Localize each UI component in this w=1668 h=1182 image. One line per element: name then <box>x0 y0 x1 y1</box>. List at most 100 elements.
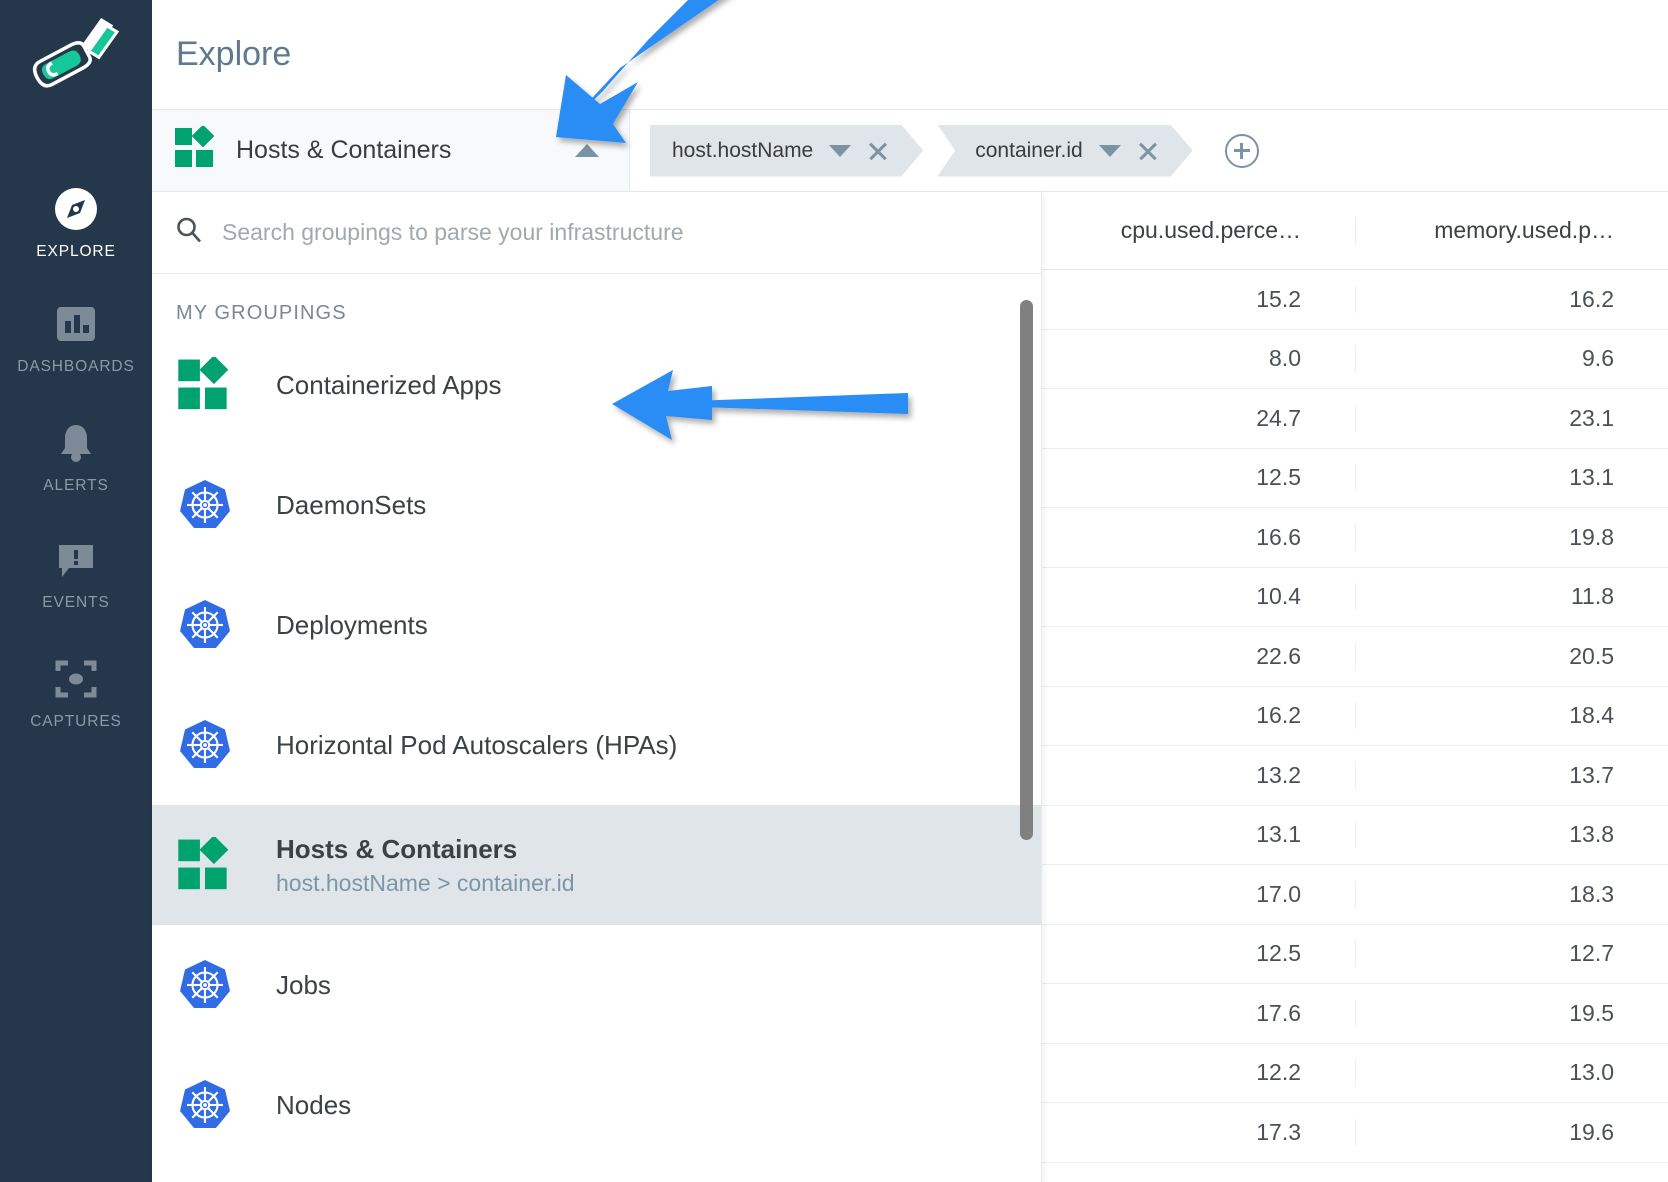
group-row-nodes[interactable]: Nodes <box>152 1045 1041 1165</box>
column-header-memory-used-percent[interactable]: memory.used.p… <box>1355 217 1668 244</box>
table-row[interactable]: 16.6 19.8 <box>1042 508 1668 568</box>
group-row-label: Jobs <box>276 969 331 1000</box>
close-icon[interactable] <box>1137 140 1159 162</box>
breadcrumb-chip-container-id[interactable]: container.id <box>937 125 1192 177</box>
table-cell: 17.6 <box>1256 999 1301 1026</box>
breadcrumb-chip-label: container.id <box>975 138 1083 162</box>
brand-logo-icon[interactable] <box>28 18 124 96</box>
group-row-hosts-and-containers[interactable]: Hosts & Containers host.hostName > conta… <box>152 805 1041 925</box>
group-row-jobs[interactable]: Jobs <box>152 925 1041 1045</box>
plus-circle-icon[interactable] <box>1224 133 1259 168</box>
grouping-dropdown-panel: Search groupings to parse your infrastru… <box>152 192 1042 1182</box>
table-cell: 12.2 <box>1256 1059 1301 1086</box>
group-row-label: Deployments <box>276 609 428 640</box>
table-cell: 12.7 <box>1355 940 1668 968</box>
group-row-label: Containerized Apps <box>276 369 502 400</box>
sidebar-item-label: EVENTS <box>42 594 110 611</box>
table-cell: 16.2 <box>1355 285 1668 313</box>
table-row[interactable]: 13.2 13.7 <box>1042 746 1668 806</box>
table-row[interactable]: 10.4 11.8 <box>1042 568 1668 627</box>
table-cell: 9.6 <box>1355 345 1668 373</box>
table-cell: 12.5 <box>1256 940 1301 967</box>
group-row-text: DaemonSets <box>276 490 426 521</box>
table-row[interactable]: 15.2 16.2 <box>1042 270 1668 330</box>
list-section-title: MY GROUPINGS <box>176 302 347 324</box>
main-content: Explore Hosts & Containers host.hostName… <box>152 0 1668 1182</box>
table-cell: 11.8 <box>1355 583 1668 611</box>
table-cell: 10.4 <box>1256 583 1301 610</box>
group-row-text: Containerized Apps <box>276 370 501 401</box>
bar-chart-icon <box>51 299 101 349</box>
group-row-deployments[interactable]: Deployments <box>152 565 1041 685</box>
table-cell: 24.7 <box>1256 404 1301 431</box>
table-row[interactable]: 17.3 19.6 <box>1042 1103 1668 1163</box>
sidebar-item-label: CAPTURES <box>30 713 122 730</box>
table-row[interactable]: 22.6 20.5 <box>1042 627 1668 687</box>
table-cell: 13.1 <box>1355 464 1668 492</box>
page-title-bar: Explore <box>152 0 1668 110</box>
group-row-text: Deployments <box>276 610 428 641</box>
table-cell: 19.6 <box>1355 1118 1668 1146</box>
grouping-bar: Hosts & Containers host.hostName contain… <box>152 110 1668 192</box>
group-row-horizontal-pod-autoscalers[interactable]: Horizontal Pod Autoscalers (HPAs) <box>152 685 1041 805</box>
kubernetes-icon <box>176 716 234 774</box>
table-cell: 16.2 <box>1256 702 1301 729</box>
table-row[interactable]: 17.0 18.3 <box>1042 865 1668 925</box>
sysdig-grouping-icon <box>176 356 234 414</box>
table-cell: 19.8 <box>1355 523 1668 551</box>
page-title: Explore <box>176 35 292 73</box>
grouping-dropdown-trigger[interactable]: Hosts & Containers <box>152 110 630 191</box>
compass-icon <box>51 184 101 234</box>
group-row-label: DaemonSets <box>276 489 427 520</box>
chevron-up-icon[interactable] <box>575 144 599 157</box>
table-cell: 12.5 <box>1256 464 1301 491</box>
group-row-containerized-apps[interactable]: Containerized Apps <box>152 325 1041 445</box>
kubernetes-icon <box>176 956 234 1014</box>
kubernetes-icon <box>176 1076 234 1134</box>
table-cell: 13.2 <box>1256 761 1301 788</box>
group-row-text: Horizontal Pod Autoscalers (HPAs) <box>276 730 677 761</box>
table-cell: 18.3 <box>1355 880 1668 908</box>
table-header-row: cpu.used.perce… memory.used.p… <box>1042 192 1668 270</box>
search-icon <box>174 215 204 250</box>
close-icon[interactable] <box>867 140 889 162</box>
sidebar-item-alerts[interactable]: ALERTS <box>0 418 152 495</box>
table-row[interactable]: 8.0 9.6 <box>1042 330 1668 389</box>
table-cell: 13.8 <box>1355 821 1668 849</box>
table-row[interactable]: 17.6 19.5 <box>1042 984 1668 1044</box>
sidebar-item-label: ALERTS <box>43 477 109 494</box>
chevron-down-icon[interactable] <box>829 145 851 157</box>
chevron-down-icon[interactable] <box>1099 145 1121 157</box>
sidebar-item-label: DASHBOARDS <box>17 358 135 375</box>
table-cell: 23.1 <box>1355 404 1668 432</box>
group-row-label: Hosts & Containers <box>276 833 518 864</box>
search-groupings-field[interactable]: Search groupings to parse your infrastru… <box>152 192 1041 274</box>
sidebar-item-explore[interactable]: EXPLORE <box>0 184 152 261</box>
breadcrumb-chip-label: host.hostName <box>672 138 814 162</box>
grouping-trigger-label: Hosts & Containers <box>236 136 452 164</box>
group-row-label: Horizontal Pod Autoscalers (HPAs) <box>276 729 678 760</box>
capture-frame-icon <box>51 654 101 704</box>
table-row[interactable]: 12.5 12.7 <box>1042 925 1668 984</box>
table-row[interactable]: 12.2 13.0 <box>1042 1044 1668 1103</box>
group-row-text: Nodes <box>276 1090 351 1121</box>
group-row-label: Nodes <box>276 1089 352 1120</box>
table-row[interactable]: 13.1 13.8 <box>1042 806 1668 865</box>
column-header-cpu-used-percent[interactable]: cpu.used.perce… <box>1042 217 1355 244</box>
breadcrumb: host.hostName container.id <box>630 110 1259 191</box>
table-row[interactable]: 12.5 13.1 <box>1042 449 1668 508</box>
search-input-placeholder: Search groupings to parse your infrastru… <box>222 219 684 245</box>
breadcrumb-chip-host-hostname[interactable]: host.hostName <box>650 125 923 177</box>
speech-bubble-exclamation-icon <box>51 535 101 585</box>
table-row[interactable]: 16.2 18.4 <box>1042 687 1668 746</box>
sidebar-item-captures[interactable]: CAPTURES <box>0 654 152 731</box>
panel-scrollbar-thumb[interactable] <box>1020 300 1033 840</box>
table-row[interactable]: 24.7 23.1 <box>1042 389 1668 449</box>
sidebar-item-dashboards[interactable]: DASHBOARDS <box>0 299 152 376</box>
bell-icon <box>51 418 101 468</box>
sidebar-item-events[interactable]: EVENTS <box>0 535 152 612</box>
table-cell: 15.2 <box>1256 285 1301 312</box>
table-cell: 13.0 <box>1355 1059 1668 1087</box>
group-row-daemonsets[interactable]: DaemonSets <box>152 445 1041 565</box>
group-row-subtitle: host.hostName > container.id <box>276 869 575 896</box>
